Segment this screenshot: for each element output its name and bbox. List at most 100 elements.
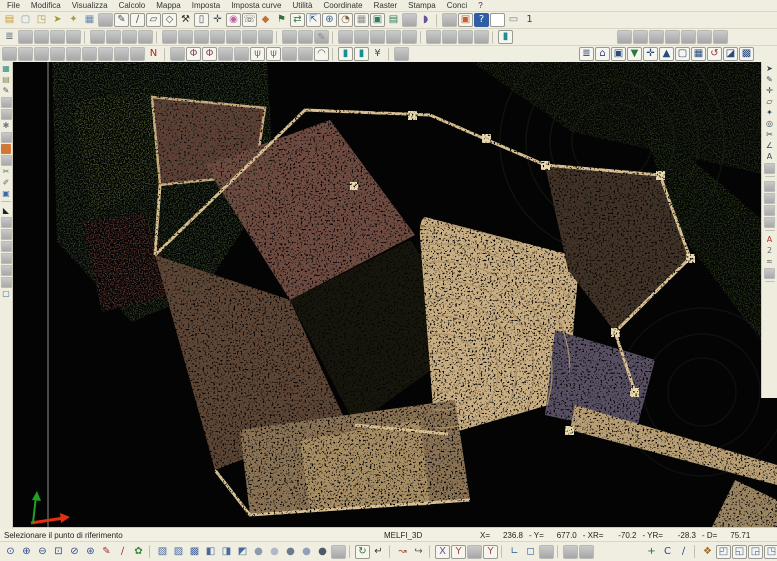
disabled-icon[interactable] xyxy=(282,30,297,44)
viewport-4-icon[interactable]: ◳ xyxy=(764,545,777,559)
disabled-icon[interactable] xyxy=(18,30,33,44)
zoom-tool-icon[interactable]: ⊕ xyxy=(322,13,337,27)
trim-icon[interactable]: ✂ xyxy=(765,130,775,140)
disabled-icon[interactable] xyxy=(34,47,49,61)
scale-approx-icon[interactable]: ≈ xyxy=(765,257,775,267)
ruler-icon[interactable]: ▯ xyxy=(194,13,209,27)
add-point-icon[interactable]: ✛ xyxy=(765,86,775,96)
pad[interactable] xyxy=(595,545,643,559)
disabled-icon[interactable] xyxy=(681,30,696,44)
point-cloud-viewport[interactable] xyxy=(12,62,777,527)
disabled-icon[interactable] xyxy=(2,47,17,61)
angle-icon[interactable]: ∠ xyxy=(765,141,775,151)
mini-pillar-icon[interactable]: ψ xyxy=(250,47,265,61)
disabled-icon[interactable] xyxy=(130,47,145,61)
disabled-icon[interactable] xyxy=(764,181,775,192)
disabled-icon[interactable] xyxy=(162,30,177,44)
disabled-icon[interactable] xyxy=(331,545,346,559)
view-right-icon[interactable]: ◨ xyxy=(219,545,234,559)
polygon-icon[interactable]: ▢ xyxy=(675,47,690,61)
disabled-icon[interactable] xyxy=(1,241,12,252)
disabled-icon[interactable] xyxy=(226,30,241,44)
disabled-icon[interactable] xyxy=(90,30,105,44)
camera-icon[interactable]: ▣ xyxy=(458,13,473,27)
menu-conci[interactable]: Conci xyxy=(442,1,472,10)
sep[interactable] xyxy=(765,281,775,284)
sep[interactable] xyxy=(492,31,495,44)
disabled-icon[interactable] xyxy=(1,109,12,120)
draw-icon[interactable]: ✐ xyxy=(1,178,11,188)
view-back-icon[interactable]: ◩ xyxy=(235,545,250,559)
survey-station-icon[interactable]: ⌂ xyxy=(595,47,610,61)
disabled-icon[interactable] xyxy=(122,30,137,44)
disabled-icon[interactable] xyxy=(563,545,578,559)
sep[interactable] xyxy=(349,545,352,558)
section-pillar-icon[interactable]: Φ xyxy=(186,47,201,61)
menu-utilita[interactable]: Utilità xyxy=(287,1,317,10)
zoom-select-icon[interactable]: ⊙ xyxy=(3,545,18,559)
axis-y2-icon[interactable]: Y xyxy=(483,545,498,559)
disabled-icon[interactable] xyxy=(282,47,297,61)
disabled-icon[interactable] xyxy=(579,545,594,559)
disabled-icon[interactable] xyxy=(98,13,113,27)
disabled-icon[interactable] xyxy=(394,47,409,61)
pad[interactable] xyxy=(729,30,777,44)
north-arrow-icon[interactable]: N xyxy=(146,47,161,61)
mini-pillar-icon[interactable]: ψ xyxy=(266,47,281,61)
section-pillar-icon[interactable]: Φ xyxy=(202,47,217,61)
disabled-icon[interactable] xyxy=(354,30,369,44)
disabled-icon[interactable] xyxy=(66,47,81,61)
disabled-icon[interactable] xyxy=(697,30,712,44)
sep[interactable] xyxy=(388,48,391,61)
viewport-3-icon[interactable]: ◲ xyxy=(748,545,763,559)
database-icon[interactable]: ▮ xyxy=(498,30,513,44)
menu-help[interactable]: ? xyxy=(473,1,487,10)
snap-plus-icon[interactable]: + xyxy=(644,545,659,559)
cross-icon[interactable]: ✛ xyxy=(210,13,225,27)
menu-visualizza[interactable]: Visualizza xyxy=(67,1,113,10)
viewport-2-icon[interactable]: ◱ xyxy=(732,545,747,559)
sep[interactable] xyxy=(332,31,335,44)
disabled-icon[interactable] xyxy=(426,30,441,44)
pad[interactable] xyxy=(755,47,777,61)
disabled-icon[interactable] xyxy=(170,47,185,61)
shade-sphere-icon[interactable]: ● xyxy=(283,545,298,559)
orientation-icon[interactable]: ↺ xyxy=(707,47,722,61)
menu-modifica[interactable]: Modifica xyxy=(26,1,66,10)
pencil-icon[interactable]: ✎ xyxy=(1,86,11,96)
mesh-icon[interactable]: ▦ xyxy=(691,47,706,61)
note-icon[interactable]: ▤ xyxy=(1,75,11,85)
scale-exponent-label[interactable]: 1 xyxy=(522,13,537,27)
disabled-icon[interactable] xyxy=(50,30,65,44)
disabled-icon[interactable] xyxy=(298,30,313,44)
pen-icon[interactable]: ✎ xyxy=(99,545,114,559)
orange-layer-icon[interactable] xyxy=(1,144,11,154)
node-icon[interactable]: ✦ xyxy=(765,108,775,118)
sep[interactable] xyxy=(765,230,775,233)
edit-polyline-icon[interactable]: ▱ xyxy=(146,13,161,27)
axis-y-icon[interactable]: Y xyxy=(451,545,466,559)
disabled-icon[interactable] xyxy=(1,217,12,228)
battery-icon[interactable]: ▭ xyxy=(506,13,521,27)
push[interactable] xyxy=(601,30,616,44)
menu-calcolo[interactable]: Calcolo xyxy=(114,1,151,10)
sep[interactable] xyxy=(557,545,560,558)
view-iso-icon[interactable]: ▧ xyxy=(155,545,170,559)
curve-icon[interactable]: ↝ xyxy=(395,545,410,559)
text-icon[interactable]: A xyxy=(765,152,775,162)
disabled-icon[interactable] xyxy=(764,268,775,279)
menu-file[interactable]: File xyxy=(2,1,25,10)
north-mark-icon[interactable]: ◣ xyxy=(1,206,11,216)
disabled-icon[interactable] xyxy=(18,47,33,61)
disabled-icon[interactable] xyxy=(442,13,457,27)
snap-center-icon[interactable]: C xyxy=(660,545,675,559)
compass-icon[interactable]: ◔ xyxy=(338,13,353,27)
db-column-icon[interactable]: ▮ xyxy=(354,47,369,61)
sep[interactable] xyxy=(420,31,423,44)
zoom-window-icon[interactable]: ⊡ xyxy=(51,545,66,559)
disabled-icon[interactable] xyxy=(1,132,12,143)
snap-angle-icon[interactable]: ∕ xyxy=(676,545,691,559)
zoom-out-icon[interactable]: ⊖ xyxy=(35,545,50,559)
bell-icon[interactable]: ◆ xyxy=(258,13,273,27)
help-icon[interactable]: ? xyxy=(474,13,489,27)
